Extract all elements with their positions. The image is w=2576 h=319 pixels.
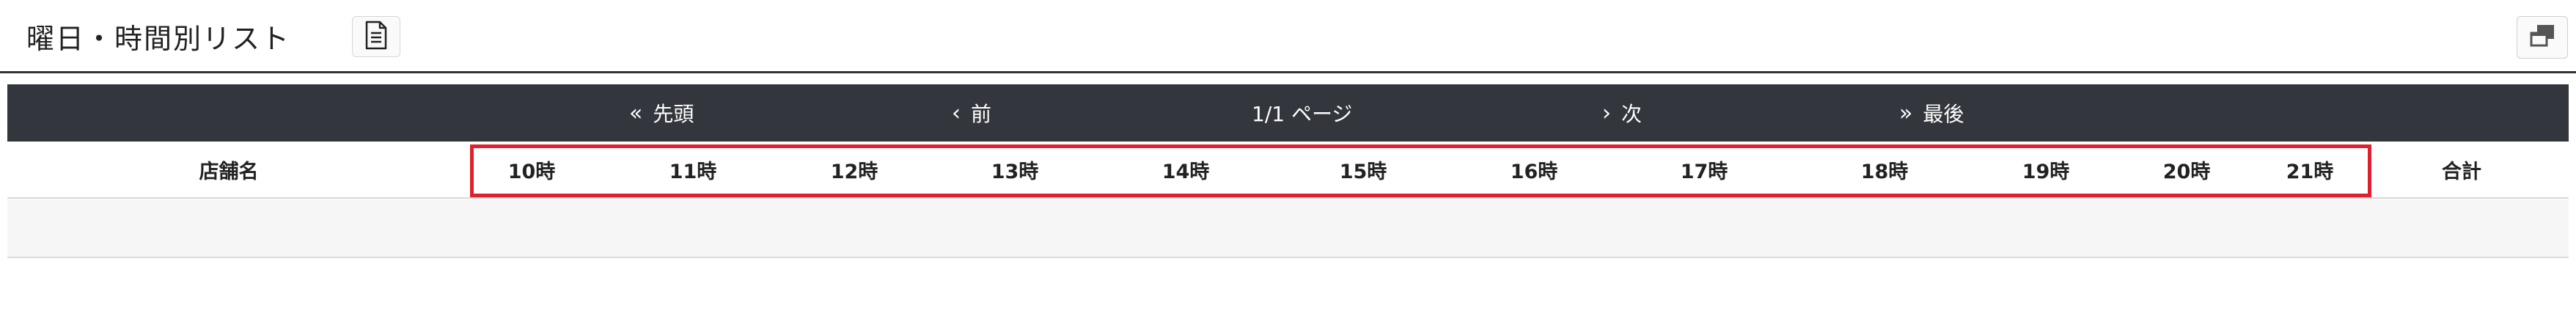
page-title: 曜日・時間別リスト <box>26 23 291 55</box>
table-row <box>7 199 2569 258</box>
document-button[interactable] <box>352 16 400 57</box>
double-chevron-right-icon: » <box>1899 100 1913 126</box>
column-header-hour: 20時 <box>2162 160 2211 183</box>
column-header-hour: 13時 <box>991 160 1039 183</box>
column-header-hour: 12時 <box>830 160 878 183</box>
column-header-hour: 21時 <box>2286 160 2334 183</box>
column-header-hour: 15時 <box>1339 160 1387 183</box>
pager-prev-label: 前 <box>971 102 992 126</box>
page-indicator-label: 1/1 ページ <box>1252 102 1353 126</box>
window-restore-icon <box>2529 23 2555 51</box>
table-header-row: 店舗名 10時 11時 12時 13時 14時 15時 16時 17時 18時 … <box>7 142 2569 199</box>
column-header-store: 店舗名 <box>199 160 259 183</box>
pager-next-link[interactable]: › 次 <box>1602 84 1642 142</box>
pager-first-label: 先頭 <box>653 102 694 126</box>
pagination-bar: « 先頭 ‹ 前 1/1 ページ › 次 » 最後 <box>7 84 2569 142</box>
column-header-total: 合計 <box>2442 160 2481 183</box>
popout-button[interactable] <box>2517 16 2568 59</box>
pager-last-label: 最後 <box>1923 102 1964 126</box>
chevron-right-icon: › <box>1602 100 1611 126</box>
page-header: 曜日・時間別リスト <box>0 0 2576 73</box>
column-header-hour: 16時 <box>1510 160 1558 183</box>
page: 曜日・時間別リスト « 先頭 ‹ 前 1/1 ページ › 次 » 最後 店舗名 … <box>0 0 2576 319</box>
page-indicator: 1/1 ページ <box>1252 84 1352 142</box>
column-header-hour: 19時 <box>2022 160 2070 183</box>
double-chevron-left-icon: « <box>629 100 643 126</box>
pager-next-label: 次 <box>1621 102 1643 126</box>
column-header-hour: 11時 <box>669 160 717 183</box>
pager-prev-link[interactable]: ‹ 前 <box>952 84 991 142</box>
document-icon <box>364 21 388 53</box>
column-header-hour: 17時 <box>1680 160 1728 183</box>
column-header-hour: 18時 <box>1860 160 1909 183</box>
pager-first-link[interactable]: « 先頭 <box>629 84 694 142</box>
chevron-left-icon: ‹ <box>952 100 961 126</box>
pager-last-link[interactable]: » 最後 <box>1899 84 1964 142</box>
column-header-hour: 10時 <box>507 160 556 183</box>
column-header-hour: 14時 <box>1162 160 1210 183</box>
